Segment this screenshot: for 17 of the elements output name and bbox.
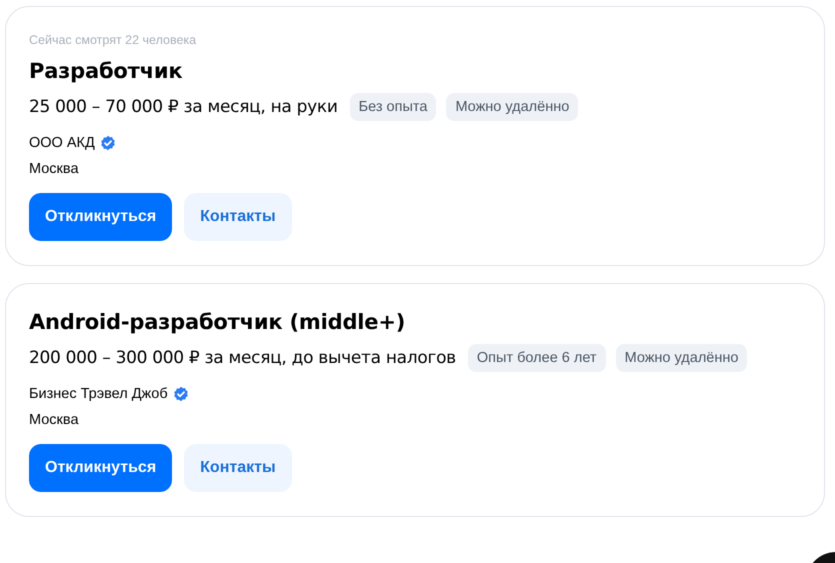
respond-button[interactable]: Откликнуться bbox=[29, 444, 172, 492]
tag: Можно удалённо bbox=[446, 93, 578, 121]
viewers-count: Сейчас смотрят 22 человека bbox=[29, 33, 196, 47]
city: Москва bbox=[29, 412, 79, 428]
tag: Без опыта bbox=[350, 93, 436, 121]
contacts-button[interactable]: Контакты bbox=[184, 444, 292, 492]
tag: Можно удалённо bbox=[616, 344, 748, 372]
city: Москва bbox=[29, 161, 79, 177]
salary: 25 000 – 70 000 ₽ за месяц, на руки bbox=[29, 97, 338, 117]
vacancy-title[interactable]: Android-разработчик (middle+) bbox=[29, 310, 406, 334]
vacancy-title[interactable]: Разработчик bbox=[29, 59, 182, 83]
company-name[interactable]: Бизнес Трэвел Джоб bbox=[29, 386, 168, 402]
salary: 200 000 – 300 000 ₽ за месяц, до вычета налогов bbox=[29, 348, 456, 368]
respond-button[interactable]: Откликнуться bbox=[29, 193, 172, 241]
contacts-button[interactable]: Контакты bbox=[184, 193, 292, 241]
tag: Опыт более 6 лет bbox=[468, 344, 606, 372]
company-name[interactable]: ООО АКД bbox=[29, 135, 95, 151]
